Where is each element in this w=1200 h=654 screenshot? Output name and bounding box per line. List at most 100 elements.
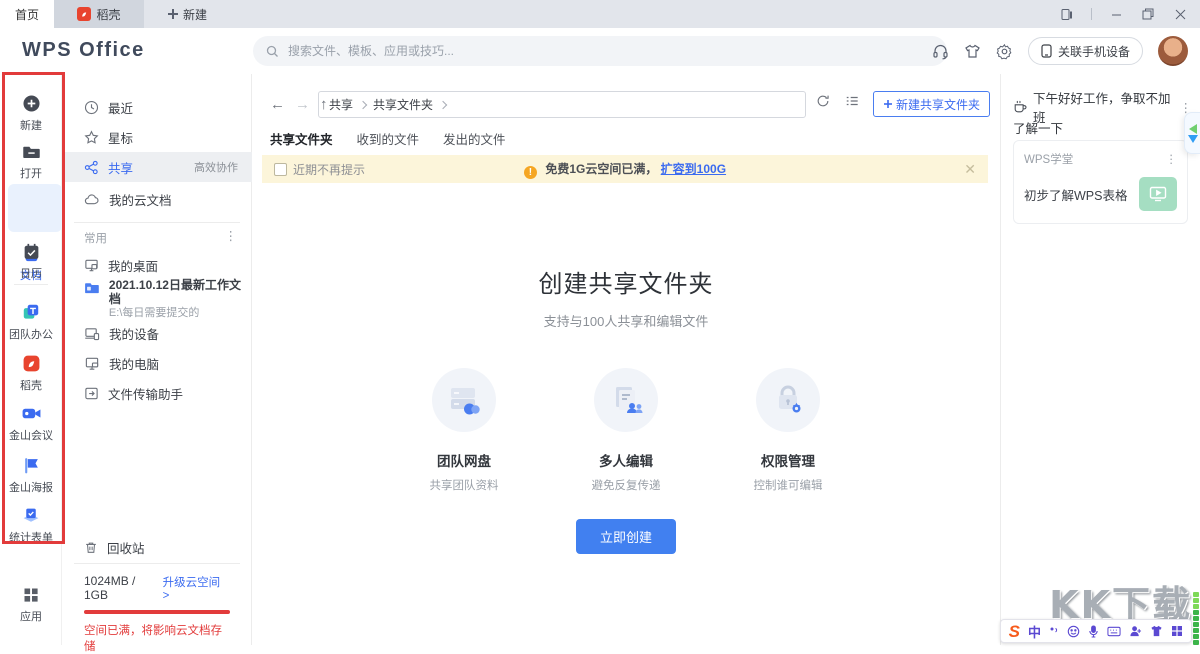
titlebar-separator — [1091, 8, 1092, 20]
common-section-more-icon[interactable]: ⋮ — [225, 228, 238, 243]
rail-label: 新建 — [20, 117, 42, 133]
ime-skin-icon[interactable] — [1150, 625, 1163, 637]
rail-item-team-office[interactable]: 团队办公 — [0, 302, 62, 342]
sidebar-item-shared[interactable]: 共享 高效协作 — [62, 152, 252, 182]
skin-theme-icon[interactable] — [964, 43, 981, 60]
create-now-button[interactable]: 立即创建 — [576, 519, 676, 554]
sogou-logo-icon[interactable]: S — [1009, 623, 1020, 640]
headset-support-icon[interactable] — [932, 43, 949, 60]
feature-title: 多人编辑 — [571, 450, 681, 470]
ime-toolbox-icon[interactable] — [1171, 625, 1183, 637]
sidebar-item-my-computer[interactable]: 我的电脑 — [62, 348, 252, 378]
rail-label: 统计表单 — [9, 529, 53, 545]
tab-home[interactable]: 首页 — [0, 0, 54, 28]
storage-widget: 1024MB / 1GB 升级云空间 > 空间已满，将影响云文档存储 — [84, 574, 230, 654]
user-avatar[interactable] — [1158, 36, 1188, 66]
breadcrumb[interactable]: 共享 共享文件夹 — [318, 91, 806, 118]
card-source: WPS学堂 — [1024, 151, 1073, 167]
dismiss-label: 近期不再提示 — [293, 161, 365, 178]
rail-item-new[interactable]: 新建 — [0, 94, 62, 133]
ime-punctuation-icon[interactable] — [1049, 625, 1059, 637]
search-input[interactable] — [286, 43, 934, 59]
refresh-icon[interactable] — [816, 94, 830, 108]
gear-settings-icon[interactable] — [996, 43, 1013, 60]
back-icon[interactable]: ← — [270, 96, 285, 113]
sidebar-item-recent[interactable]: 最近 — [62, 92, 252, 122]
tab-docer[interactable]: 稻壳 — [54, 0, 144, 28]
ime-emoji-icon[interactable] — [1067, 625, 1080, 638]
shared-tag: 高效协作 — [194, 159, 238, 175]
sidebar-item-starred[interactable]: 星标 — [62, 122, 252, 152]
ime-keyboard-icon[interactable] — [1107, 626, 1121, 637]
feature-team-drive: 团队网盘 共享团队资料 — [409, 368, 519, 493]
team-office-icon — [21, 302, 41, 322]
learn-more-text: 了解一下 — [1013, 118, 1063, 137]
rail-item-docer[interactable]: 稻壳 — [0, 354, 62, 393]
sidebar-item-my-devices[interactable]: 我的设备 — [62, 318, 252, 348]
rail-active-highlight — [8, 184, 62, 232]
storage-warning: 空间已满，将影响云文档存储 — [84, 622, 230, 654]
right-panel: 下午好好工作，争取不加班 ⋮ 了解一下 WPS学堂 ⋮ 初步了解WPS表格 — [1000, 74, 1200, 645]
dismiss-checkbox[interactable] — [274, 163, 287, 176]
feature-permissions: 权限管理 控制谁可编辑 — [733, 368, 843, 493]
search-bar[interactable] — [253, 36, 947, 66]
restore-icon[interactable] — [1140, 6, 1156, 22]
sidebar-item-cloud-docs[interactable]: 我的云文档 — [62, 184, 252, 214]
new-plus-circle-icon — [22, 94, 41, 113]
breadcrumb-current[interactable]: 共享文件夹 — [373, 96, 433, 113]
computer-icon — [84, 356, 100, 371]
video-play-button[interactable] — [1139, 177, 1177, 211]
sidebar-item-my-desktop[interactable]: 我的桌面 — [62, 250, 252, 280]
forward-icon[interactable]: → — [295, 96, 310, 113]
multi-edit-icon — [594, 368, 658, 432]
close-icon[interactable] — [1172, 6, 1188, 22]
empty-state-subtitle: 支持与100人共享和编辑文件 — [252, 311, 1000, 330]
rail-label: 金山海报 — [9, 479, 53, 495]
wps-academy-card[interactable]: WPS学堂 ⋮ 初步了解WPS表格 — [1013, 140, 1188, 224]
tab-home-label: 首页 — [15, 6, 39, 23]
ime-microphone-icon[interactable] — [1088, 625, 1099, 638]
ime-language-toggle[interactable]: 中 — [1028, 622, 1041, 641]
clock-icon — [84, 100, 99, 115]
sidebar-item-work-folder[interactable]: 2021.10.12日最新工作文档 E:\每日需要提交的 — [62, 278, 252, 321]
calendar-icon — [22, 242, 41, 261]
sidebar-divider — [74, 563, 240, 564]
upgrade-storage-link[interactable]: 升级云空间 > — [163, 574, 230, 602]
permissions-icon — [756, 368, 820, 432]
notice-message: 免费1G云空间已满， — [545, 162, 657, 176]
rail-item-forms[interactable]: 统计表单 — [0, 506, 62, 545]
tab-sent-files[interactable]: 发出的文件 — [443, 129, 506, 158]
plus-icon — [168, 9, 178, 19]
tab-shared-folders[interactable]: 共享文件夹 — [270, 129, 333, 158]
blue-arrow-icon — [1188, 135, 1198, 143]
team-drive-icon — [432, 368, 496, 432]
ime-user-icon[interactable] — [1129, 625, 1142, 637]
feature-desc: 控制谁可编辑 — [733, 477, 843, 493]
rail-item-poster[interactable]: 金山海报 — [0, 456, 62, 495]
rail-item-open[interactable]: 打开 — [0, 142, 62, 181]
notice-close-icon[interactable]: ✕ — [964, 161, 976, 178]
warning-icon: ! — [524, 166, 537, 179]
rail-item-apps[interactable]: 应用 — [0, 586, 62, 624]
rail-item-meeting[interactable]: 金山会议 — [0, 404, 62, 443]
view-mode-icon[interactable] — [845, 94, 859, 108]
card-more-icon[interactable]: ⋮ — [1166, 152, 1178, 166]
devices-icon — [84, 326, 100, 341]
plus-icon — [884, 100, 892, 108]
new-tab-button[interactable]: 新建 — [168, 0, 207, 28]
tab-received-files[interactable]: 收到的文件 — [357, 129, 420, 158]
feature-multi-edit: 多人编辑 避免反复传递 — [571, 368, 681, 493]
connect-phone-button[interactable]: 关联手机设备 — [1028, 37, 1143, 65]
dock-window-icon[interactable] — [1059, 6, 1075, 22]
minimize-icon[interactable] — [1108, 6, 1124, 22]
appbar: WPS Office 关联手机设备 — [0, 28, 1200, 74]
main-content: ← → ↑ 共享 共享文件夹 新建共享文件夹 共享文件夹 — [252, 74, 1000, 645]
sidebar-item-recycle-bin[interactable]: 回收站 — [62, 532, 252, 562]
edge-assistant-widget[interactable] — [1184, 112, 1200, 154]
new-shared-folder-button[interactable]: 新建共享文件夹 — [873, 91, 990, 117]
expand-storage-link[interactable]: 扩容到100G — [661, 162, 726, 176]
audio-level-meter — [1193, 585, 1199, 645]
rail-label: 日历 — [20, 265, 42, 281]
breadcrumb-root[interactable]: 共享 — [329, 96, 353, 113]
sidebar-item-file-transfer[interactable]: 文件传输助手 — [62, 378, 252, 408]
